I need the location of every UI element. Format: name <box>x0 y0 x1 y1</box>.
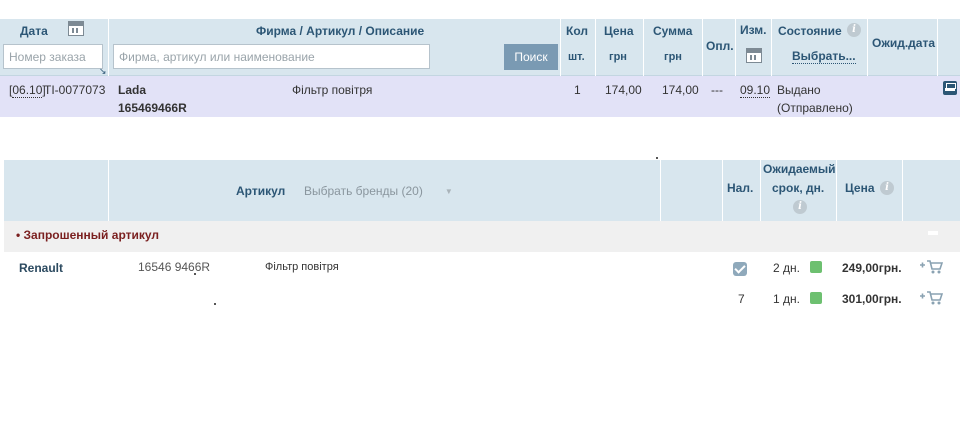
header-qty: Кол <box>566 24 588 38</box>
order-paid: --- <box>711 83 723 97</box>
column-divider <box>937 19 938 76</box>
orders-table-header: Дата Фирма / Артикул / Описание Кол шт. … <box>0 19 960 76</box>
order-changed-date[interactable]: 09.10 <box>740 83 771 98</box>
column-divider <box>771 19 772 76</box>
brand-filter-select[interactable]: Выбрать бренды (20) ▼ <box>304 184 453 198</box>
search-button[interactable]: Поиск <box>504 44 558 70</box>
status-dot <box>810 261 822 273</box>
column-divider <box>760 160 761 221</box>
checkbox-checked-icon <box>733 262 747 276</box>
column-divider <box>108 19 109 76</box>
artifact-dot <box>656 157 658 159</box>
header-qty-unit: шт. <box>568 51 585 63</box>
availability-count: 7 <box>738 292 745 306</box>
header-changed: Изм. <box>740 23 767 37</box>
table-row: 7 1 дн. 301,00грн. <box>4 284 960 316</box>
status-select-link[interactable]: Выбрать... <box>792 49 856 64</box>
order-date-link[interactable]: [06.10] <box>9 83 46 98</box>
order-id: TI-0077073 <box>44 83 106 97</box>
header-sum: Сумма <box>653 24 693 38</box>
order-description: Фільтр повітря <box>292 83 373 97</box>
header-article: Артикул <box>236 184 286 198</box>
order-status: Выдано <box>777 83 821 97</box>
chevron-down-icon[interactable]: ▼ <box>445 187 453 196</box>
header-price: Цена <box>604 24 634 38</box>
table-row: Renault 16546 9466R Фільтр повітря 2 дн.… <box>4 252 960 284</box>
header-paid: Опл. <box>706 39 734 53</box>
order-brand: Lada <box>118 83 147 97</box>
status-dot <box>810 292 822 304</box>
delivery-term: 1 дн. <box>773 292 800 306</box>
calendar-icon[interactable] <box>746 48 762 63</box>
product-description: Фільтр повітря <box>265 261 339 273</box>
order-sum: 174,00 <box>662 83 699 97</box>
column-divider <box>560 19 561 76</box>
column-divider <box>735 19 736 76</box>
order-number-input[interactable] <box>3 44 103 69</box>
info-icon[interactable]: i <box>793 200 807 214</box>
column-divider <box>660 160 661 221</box>
add-to-cart-icon[interactable] <box>919 290 943 306</box>
info-icon[interactable]: i <box>880 181 894 195</box>
header-expected-line2: срок, дн. <box>772 181 825 195</box>
order-price: 174,00 <box>605 83 642 97</box>
header-date[interactable]: Дата <box>20 24 48 38</box>
column-divider <box>722 160 723 221</box>
order-status-detail: (Отправлено) <box>777 101 853 115</box>
artifact-dot <box>194 273 196 275</box>
order-qty: 1 <box>574 83 581 97</box>
requested-article-section: • Запрошенный артикул <box>4 221 960 252</box>
header-price: Цена <box>845 181 875 195</box>
header-expected-line1: Ожидаемый <box>763 162 836 176</box>
calendar-icon[interactable] <box>68 21 84 36</box>
order-row: [06.10] TI-0077073 Lada 165469466R Фільт… <box>0 76 960 117</box>
column-divider <box>902 160 903 221</box>
column-divider <box>702 19 703 76</box>
collapse-icon[interactable] <box>928 231 938 235</box>
column-divider <box>108 160 109 221</box>
column-divider <box>836 160 837 221</box>
header-sum-unit: грн <box>664 51 682 63</box>
order-article: 165469466R <box>118 101 187 115</box>
artifact-dot <box>214 303 216 305</box>
results-table-header: Артикул Выбрать бренды (20) ▼ Нал. Ожидае… <box>4 160 960 221</box>
header-status: Состояние <box>778 24 842 38</box>
header-price-unit: грн <box>609 51 627 63</box>
column-divider <box>643 19 644 76</box>
delivery-term: 2 дн. <box>773 261 800 275</box>
info-icon[interactable]: i <box>847 23 861 37</box>
product-price: 249,00грн. <box>842 261 902 275</box>
product-article: 16546 9466R <box>138 260 211 274</box>
header-firm-article-description[interactable]: Фирма / Артикул / Описание <box>256 24 424 38</box>
search-input[interactable] <box>113 44 430 69</box>
header-expected-date: Ожид.дата <box>872 36 936 50</box>
column-divider <box>867 19 868 76</box>
add-to-cart-icon[interactable] <box>919 259 943 275</box>
product-price: 301,00грн. <box>842 292 902 306</box>
orders-table: Дата Фирма / Артикул / Описание Кол шт. … <box>0 19 960 117</box>
product-brand: Renault <box>19 261 64 275</box>
results-table: Артикул Выбрать бренды (20) ▼ Нал. Ожидае… <box>4 160 960 316</box>
car-icon[interactable] <box>943 81 957 95</box>
header-availability: Нал. <box>727 181 754 195</box>
column-divider <box>595 19 596 76</box>
section-title: • Запрошенный артикул <box>16 228 160 242</box>
